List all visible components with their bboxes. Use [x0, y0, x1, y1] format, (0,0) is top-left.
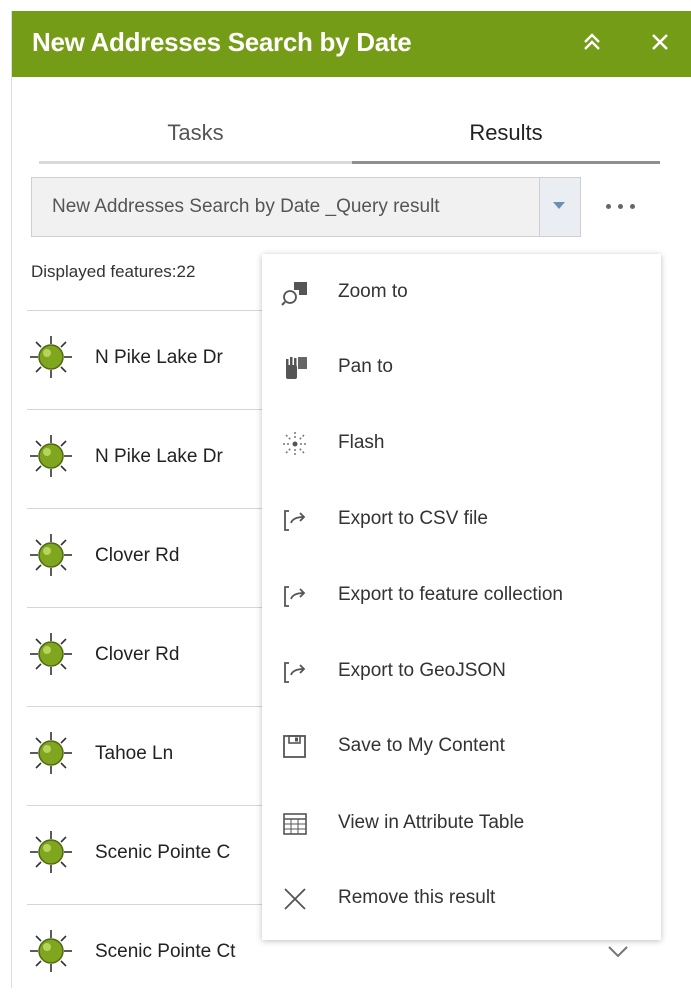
- panel-header: New Addresses Search by Date: [12, 11, 691, 77]
- point-symbol-icon: [30, 633, 72, 675]
- more-options-icon[interactable]: [604, 193, 638, 219]
- tab-tasks[interactable]: Tasks: [39, 113, 352, 164]
- menu-item-label: Remove this result: [338, 887, 496, 908]
- result-label: Clover Rd: [95, 644, 180, 665]
- menu-item-save-to-my-content[interactable]: Save to My Content: [262, 718, 661, 778]
- menu-item-label: View in Attribute Table: [338, 812, 525, 833]
- save-icon: [283, 735, 306, 758]
- menu-item-label: Pan to: [338, 356, 393, 377]
- chevron-down-icon[interactable]: [607, 945, 629, 959]
- menu-item-zoom-to[interactable]: Zoom to: [262, 264, 661, 324]
- pan-to-icon: [286, 357, 307, 379]
- point-symbol-icon: [30, 732, 72, 774]
- menu-item-remove-result[interactable]: Remove this result: [262, 870, 661, 930]
- result-label: Scenic Pointe C: [95, 842, 231, 863]
- zoom-to-icon: [281, 282, 307, 306]
- export-icon: [284, 586, 306, 607]
- result-select[interactable]: New Addresses Search by Date _Query resu…: [31, 177, 581, 237]
- result-context-menu: Zoom to Pan to Flash Export to CSV file …: [262, 254, 661, 940]
- export-icon: [284, 662, 306, 683]
- menu-item-label: Save to My Content: [338, 735, 505, 756]
- menu-item-label: Export to CSV file: [338, 508, 488, 529]
- tab-results[interactable]: Results: [352, 113, 660, 164]
- dropdown-arrow-icon[interactable]: [539, 178, 580, 236]
- menu-item-export-geojson[interactable]: Export to GeoJSON: [262, 643, 661, 703]
- menu-item-flash[interactable]: Flash: [262, 415, 661, 475]
- panel-title: New Addresses Search by Date: [32, 27, 412, 57]
- result-select-value: New Addresses Search by Date _Query resu…: [52, 196, 440, 217]
- close-icon: [284, 888, 306, 910]
- result-label: Clover Rd: [95, 545, 180, 566]
- table-icon: [283, 813, 307, 835]
- menu-item-label: Flash: [338, 432, 385, 453]
- result-label: Scenic Pointe Ct: [95, 941, 236, 962]
- point-symbol-icon: [30, 435, 72, 477]
- close-icon[interactable]: [646, 28, 674, 56]
- menu-item-label: Zoom to: [338, 281, 408, 302]
- export-icon: [284, 510, 306, 531]
- result-label: Tahoe Ln: [95, 743, 174, 764]
- point-symbol-icon: [30, 831, 72, 873]
- result-label: N Pike Lake Dr: [95, 446, 223, 467]
- tab-bar: Tasks Results: [39, 113, 660, 164]
- menu-item-label: Export to GeoJSON: [338, 660, 506, 681]
- point-symbol-icon: [30, 930, 72, 972]
- menu-item-export-csv[interactable]: Export to CSV file: [262, 491, 661, 551]
- collapse-up-icon[interactable]: [577, 27, 607, 57]
- menu-item-label: Export to feature collection: [338, 584, 563, 605]
- flash-icon: [283, 432, 307, 456]
- menu-item-view-attribute-table[interactable]: View in Attribute Table: [262, 795, 661, 855]
- top-margin: [0, 0, 691, 11]
- point-symbol-icon: [30, 534, 72, 576]
- displayed-features-count: Displayed features:22: [31, 262, 196, 281]
- menu-item-pan-to[interactable]: Pan to: [262, 339, 661, 399]
- point-symbol-icon: [30, 336, 72, 378]
- menu-item-export-feature-collection[interactable]: Export to feature collection: [262, 567, 661, 627]
- result-label: N Pike Lake Dr: [95, 347, 223, 368]
